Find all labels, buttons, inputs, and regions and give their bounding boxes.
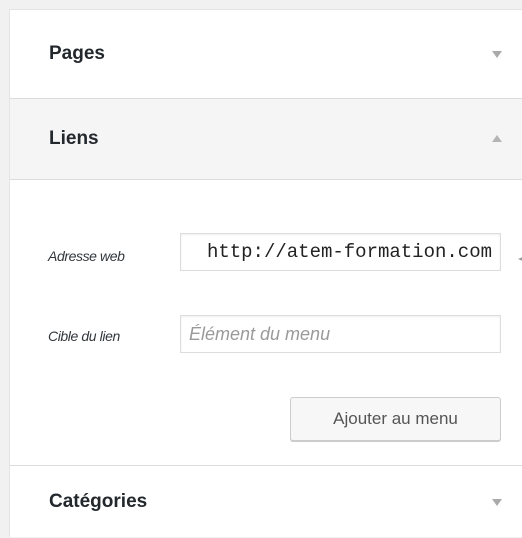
url-label: Adresse web (48, 248, 125, 264)
url-input[interactable] (180, 233, 501, 271)
section-title-links: Liens (49, 128, 99, 149)
section-header-categories[interactable]: Catégories (10, 465, 522, 538)
section-header-pages[interactable]: Pages (10, 10, 522, 99)
section-title-categories: Catégories (49, 491, 148, 512)
chevron-up-icon[interactable] (492, 135, 502, 142)
chevron-down-icon[interactable] (492, 499, 502, 506)
link-target-label: Cible du lien (48, 328, 120, 344)
section-title-pages: Pages (49, 43, 105, 64)
chevron-down-icon[interactable] (492, 51, 502, 58)
add-to-menu-button[interactable]: Ajouter au menu (290, 397, 501, 441)
link-target-input[interactable] (180, 315, 501, 353)
section-header-links[interactable]: Liens (10, 99, 522, 180)
menu-items-panel: Pages Liens Adresse web Cible du lien Aj… (9, 9, 522, 537)
arrow-pointer-icon (518, 257, 522, 261)
